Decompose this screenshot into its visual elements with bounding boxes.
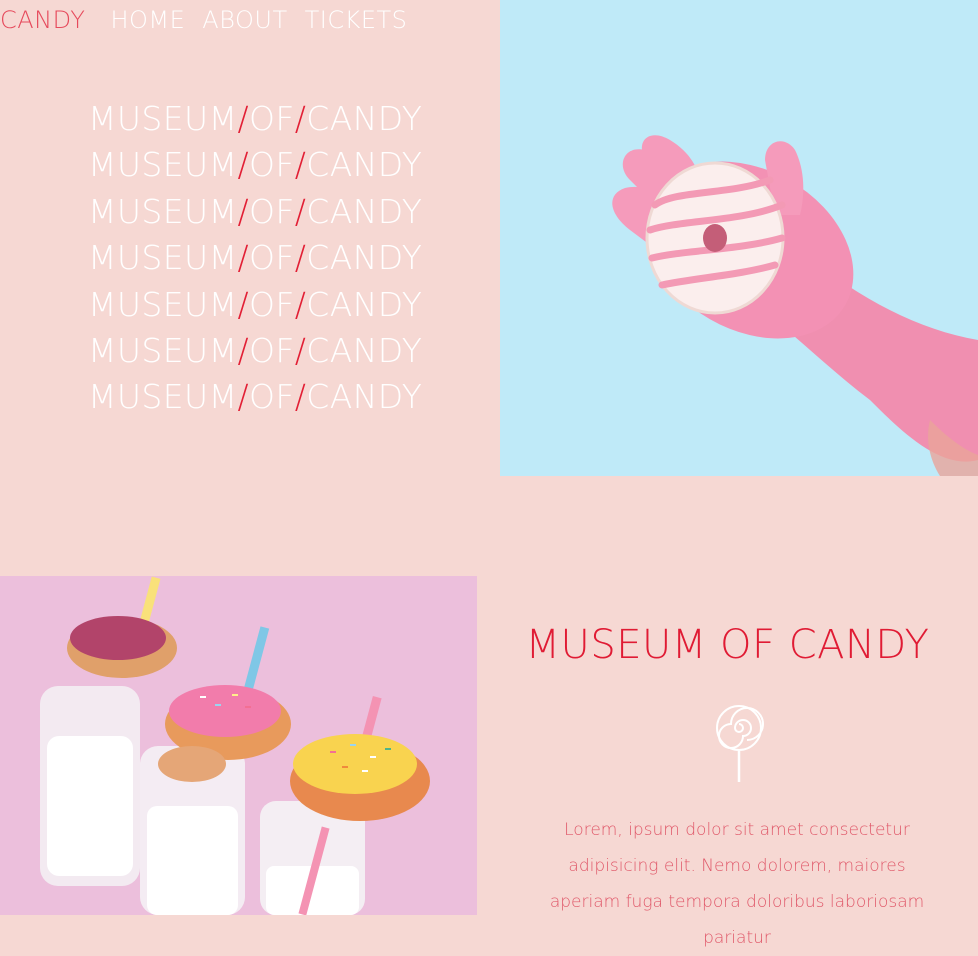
section-body: Lorem, ipsum dolor sit amet consectetur … (549, 820, 925, 948)
donut-milk-photo (0, 576, 477, 915)
donut-milk-illustration (0, 576, 477, 915)
nav-about[interactable]: ABOUT (202, 6, 287, 34)
stack-line: MUSEUM/OF/CANDY (88, 99, 423, 138)
section-title: MUSEUM OF CANDY (525, 622, 930, 668)
stack-line: MUSEUM/OF/CANDY (88, 377, 423, 417)
info-panel: MUSEUM OF CANDY Lorem, ipsum dolor sit a… (477, 576, 978, 948)
nav-tickets[interactable]: TICKETS (305, 6, 408, 34)
stack-line: MUSEUM/OF/CANDY (88, 145, 423, 185)
donut-glove-photo (500, 0, 978, 476)
donut-glove-illustration (612, 135, 978, 476)
stack-line: MUSEUM/OF/CANDY (88, 191, 423, 231)
stack-line: MUSEUM/OF/CANDY (88, 331, 423, 371)
hero-text-panel: CANDY HOME ABOUT TICKETS MUSEUM/OF/CANDY… (0, 0, 500, 476)
top-nav: CANDY HOME ABOUT TICKETS (0, 6, 424, 34)
lollipop-icon (713, 702, 765, 784)
nav-home[interactable]: HOME (110, 6, 185, 34)
stack-line: MUSEUM/OF/CANDY (88, 284, 423, 324)
brand-logo[interactable]: CANDY (0, 6, 85, 34)
stack-line: MUSEUM/OF/CANDY (88, 238, 423, 278)
repeated-title-stack: MUSEUM/OF/CANDY MUSEUM/OF/CANDY MUSEUM/O… (88, 96, 422, 421)
